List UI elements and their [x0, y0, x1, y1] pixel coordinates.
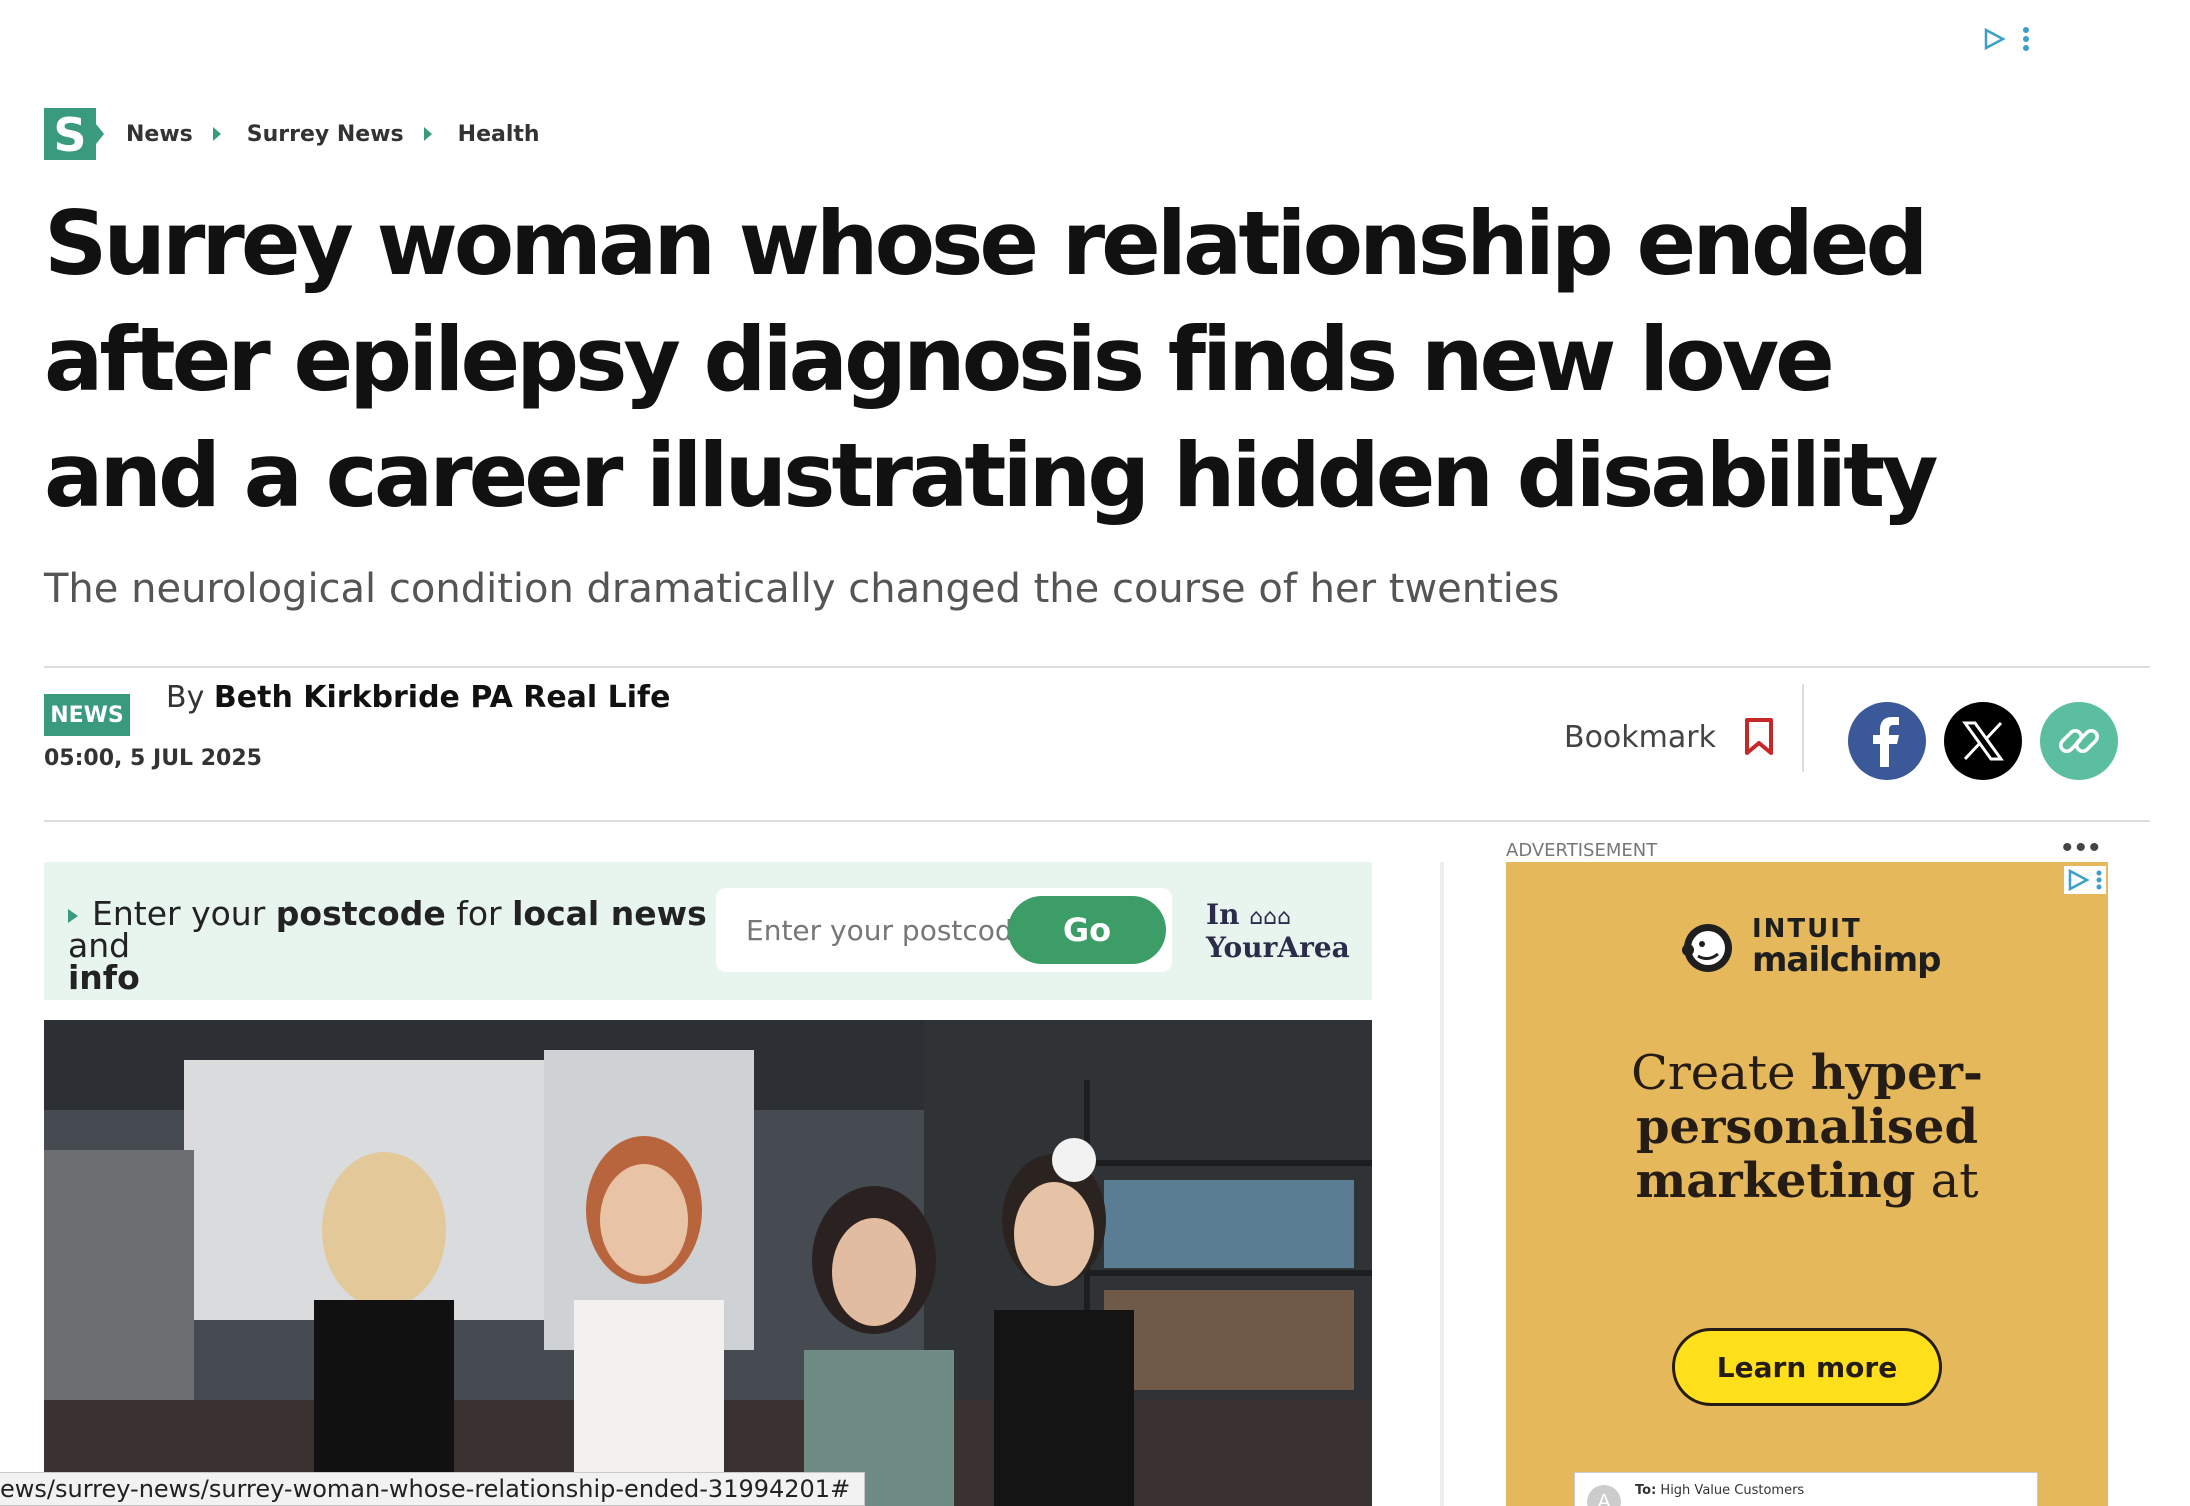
divider — [44, 820, 2150, 822]
ad-choices[interactable] — [1982, 26, 2030, 52]
ad-headline-bold: personalised — [1635, 1099, 1979, 1155]
postcode-go-button[interactable]: Go — [1008, 896, 1166, 964]
divider — [44, 666, 2150, 668]
postcode-prompt-bold: local news — [512, 894, 707, 933]
postcode-form: Go — [716, 888, 1172, 972]
mailchimp-label: mailchimp — [1752, 940, 1941, 980]
site-logo-letter: S — [53, 108, 86, 160]
more-vertical-icon[interactable] — [2092, 866, 2106, 894]
adchoices-play-icon[interactable] — [1982, 27, 2006, 51]
inyourarea-logo-in: In — [1206, 898, 1240, 931]
advertisement-label: ADVERTISEMENT — [1506, 840, 1658, 861]
hero-photo[interactable] — [44, 1020, 1372, 1506]
byline: By Beth Kirkbride PA Real Life — [166, 680, 670, 715]
postcode-prompt-bold: info — [68, 958, 140, 997]
breadcrumb-news[interactable]: News — [126, 122, 193, 147]
share-divider — [1802, 684, 1804, 772]
ad-headline-bold: hyper- — [1810, 1045, 1983, 1101]
ad-email-to-label: To: — [1635, 1483, 1657, 1498]
ad-email-preview: A To: High Value Customers — [1574, 1472, 2038, 1506]
facebook-icon — [1873, 717, 1899, 767]
bookmark-button[interactable]: Bookmark — [1564, 718, 1774, 756]
adchoices-play-icon[interactable] — [2064, 866, 2092, 894]
more-horizontal-icon[interactable]: ••• — [2062, 833, 2103, 863]
avatar: A — [1587, 1485, 1621, 1506]
ad-headline-part: Create — [1631, 1045, 1796, 1101]
link-icon — [2059, 729, 2099, 753]
triangle-right-icon — [68, 908, 78, 923]
ad-headline-bold: marketing — [1635, 1153, 1916, 1209]
ad-email-to-value: High Value Customers — [1660, 1483, 1805, 1498]
postcode-widget: Enter your postcode for local news and in… — [44, 862, 1372, 1000]
chevron-right-icon — [423, 127, 432, 141]
ad-headline: Create hyper- personalised marketing at — [1506, 1046, 2108, 1208]
breadcrumb: S News Surrey News Health — [44, 108, 540, 162]
column-divider — [1440, 862, 1444, 1506]
ad-learn-more-button[interactable]: Learn more — [1672, 1328, 1942, 1406]
bookmark-icon — [1744, 718, 1773, 755]
mailchimp-wordmark: INTUIT mailchimp — [1752, 914, 1941, 980]
mailchimp-logo: INTUIT mailchimp — [1676, 914, 1941, 980]
x-icon — [1962, 721, 2004, 761]
ad-headline-part: at — [1930, 1153, 1979, 1209]
house-icon: ⌂⌂⌂ — [1249, 905, 1292, 930]
bookmark-label: Bookmark — [1564, 719, 1716, 755]
postcode-prompt-part: for — [456, 894, 502, 933]
breadcrumb-surrey-news[interactable]: Surrey News — [247, 122, 404, 147]
site-logo[interactable]: S — [44, 108, 104, 162]
intuit-label: INTUIT — [1752, 914, 1862, 944]
article-headline: Surrey woman whose relationship ended af… — [44, 192, 1939, 527]
byline-prefix: By — [166, 680, 205, 715]
inyourarea-logo[interactable]: In ⌂⌂⌂ YourArea — [1206, 900, 1350, 963]
ad-choices[interactable] — [2064, 866, 2106, 894]
category-badge[interactable]: NEWS — [44, 694, 130, 736]
share-facebook-button[interactable] — [1848, 702, 1926, 780]
article-standfirst: The neurological condition dramatically … — [44, 566, 1560, 612]
breadcrumb-health[interactable]: Health — [458, 122, 540, 147]
author-name[interactable]: Beth Kirkbride PA Real Life — [214, 680, 671, 715]
breadcrumb-items: News Surrey News Health — [126, 122, 540, 147]
inyourarea-logo-name: YourArea — [1206, 931, 1350, 964]
postcode-prompt: Enter your postcode for local news and in… — [68, 897, 748, 997]
postcode-prompt-bold: postcode — [275, 894, 446, 933]
mailchimp-freddie-icon — [1682, 924, 1732, 972]
status-bar-url: ews/surrey-news/surrey-woman-whose-relat… — [0, 1472, 866, 1506]
advertisement[interactable]: INTUIT mailchimp Create hyper- personali… — [1506, 862, 2108, 1506]
chevron-right-icon — [212, 127, 221, 141]
publish-timestamp: 05:00, 5 JUL 2025 — [44, 746, 262, 771]
ad-email-recipient: To: High Value Customers — [1635, 1483, 1804, 1498]
more-vertical-icon[interactable] — [2022, 26, 2030, 52]
share-x-button[interactable] — [1944, 702, 2022, 780]
postcode-input[interactable] — [716, 888, 1016, 972]
copy-link-button[interactable] — [2040, 702, 2118, 780]
